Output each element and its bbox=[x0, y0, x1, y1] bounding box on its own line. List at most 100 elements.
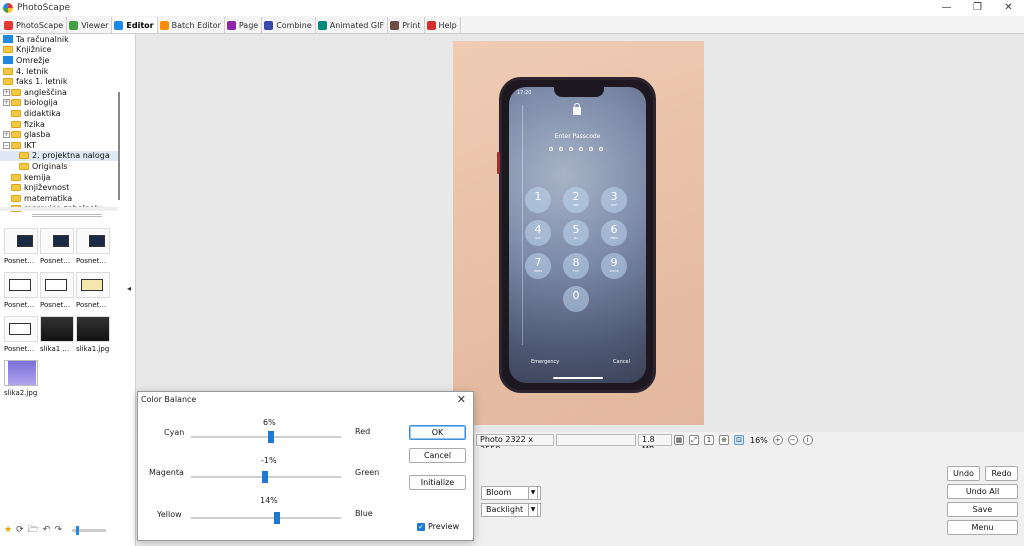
redo-button[interactable]: Redo bbox=[985, 466, 1018, 481]
undo-all-button[interactable]: Undo All bbox=[947, 484, 1018, 499]
thumbnail-caption: Posnet... bbox=[40, 257, 71, 265]
tree-item[interactable]: faks 1. letnik bbox=[0, 76, 118, 87]
checkbox-checked-icon[interactable]: ✓ bbox=[417, 522, 425, 531]
thumbnail-item[interactable]: Posnet... bbox=[76, 228, 112, 272]
tab-label: Print bbox=[402, 20, 421, 30]
fit-screen-icon[interactable]: ⤢ bbox=[689, 435, 699, 445]
zoom-window-icon[interactable]: ⊡ bbox=[734, 435, 744, 445]
tab-editor[interactable]: Editor bbox=[112, 17, 158, 33]
collapse-panel-icon[interactable]: ◂ bbox=[127, 284, 131, 293]
tab-page[interactable]: Page bbox=[225, 17, 263, 33]
tab-label: Page bbox=[238, 20, 259, 30]
tab-combine[interactable]: Combine bbox=[262, 17, 316, 33]
dialog-close-icon[interactable]: ✕ bbox=[457, 393, 466, 406]
keypad-digit: 5 bbox=[572, 223, 580, 236]
tab-animated-gif[interactable]: Animated GIF bbox=[316, 17, 389, 33]
thumbnail-item[interactable]: slika2.jpg bbox=[4, 360, 40, 404]
tab-page-icon bbox=[226, 20, 236, 30]
cyan-red-thumb[interactable] bbox=[267, 431, 274, 443]
expand-icon[interactable]: + bbox=[3, 99, 10, 107]
photo-info: Photo 2322 x 3558 bbox=[476, 434, 554, 454]
tree-horizontal-scrollbar[interactable] bbox=[0, 207, 118, 211]
preview-checkbox[interactable]: ✓ Preview bbox=[417, 522, 459, 531]
tab-batch-editor[interactable]: Batch Editor bbox=[158, 17, 225, 33]
thumbnail-item[interactable]: Posnet... bbox=[76, 272, 112, 316]
enter-passcode-text: Enter Passcode bbox=[554, 133, 601, 140]
expand-icon[interactable]: + bbox=[3, 131, 10, 139]
expand-icon[interactable]: + bbox=[3, 88, 10, 96]
save-button[interactable]: Save bbox=[947, 502, 1018, 517]
tree-item[interactable]: književnost bbox=[0, 182, 118, 193]
tab-viewer[interactable]: Viewer bbox=[67, 17, 113, 33]
cancel-button[interactable]: Cancel bbox=[409, 448, 466, 463]
phone-screen: 17:20 Enter Passcode Emergency Cancel 1 2… bbox=[509, 87, 646, 383]
tree-item[interactable]: 2. projektna naloga bbox=[0, 150, 118, 162]
red-label: Red bbox=[355, 427, 371, 436]
keypad-letters: GHI bbox=[535, 236, 541, 240]
thumbnail-item[interactable]: Posnet... bbox=[40, 272, 76, 316]
tree-item[interactable]: Originals bbox=[0, 161, 118, 172]
tree-scrollbar[interactable] bbox=[118, 92, 120, 200]
cyan-red-slider[interactable] bbox=[191, 431, 341, 443]
tree-item[interactable]: kemija bbox=[0, 172, 118, 183]
thumbnail-caption: Posnet... bbox=[4, 301, 35, 309]
minimize-button[interactable]: — bbox=[931, 0, 962, 16]
tree-item[interactable]: Ta računalnik bbox=[0, 34, 118, 45]
forward-icon[interactable]: ↷ bbox=[54, 525, 62, 535]
tree-item-label: biologija bbox=[24, 98, 58, 108]
thumbnail-item[interactable]: Posnet... bbox=[4, 316, 40, 360]
thumbnail-size-slider[interactable] bbox=[71, 525, 106, 535]
chevron-down-icon[interactable]: ▼ bbox=[528, 503, 538, 517]
zoom-in-icon[interactable]: + bbox=[772, 435, 783, 445]
chevron-down-icon[interactable]: ▼ bbox=[528, 486, 538, 500]
tree-item[interactable]: − IKT bbox=[0, 140, 118, 151]
magenta-green-thumb[interactable] bbox=[262, 471, 269, 483]
tree-item[interactable]: fizika bbox=[0, 119, 118, 130]
thumbnail-item[interactable]: slika1.jpg bbox=[76, 316, 112, 360]
thumbnail-item[interactable]: Posnet... bbox=[4, 272, 40, 316]
tree-item[interactable]: + biologija bbox=[0, 98, 118, 109]
initialize-button[interactable]: Initialize bbox=[409, 475, 466, 490]
collapse-icon[interactable]: − bbox=[3, 141, 10, 149]
status-bar: Photo 2322 x 3558 1.8 MB ▦ ⤢ 1 ⊕ ⊡ 16% +… bbox=[476, 433, 818, 454]
tree-item[interactable]: + angleščina bbox=[0, 87, 118, 98]
tab-help[interactable]: Help bbox=[425, 17, 461, 33]
tab-editor-icon bbox=[114, 20, 124, 30]
maximize-button[interactable]: ❐ bbox=[962, 0, 993, 16]
open-folder-icon[interactable]: 🗁 bbox=[28, 522, 39, 538]
thumbnail-item[interactable]: Posnet... bbox=[4, 228, 40, 272]
title-bar: PhotoScape — ❐ ✕ bbox=[0, 0, 1024, 16]
back-icon[interactable]: ↶ bbox=[43, 525, 51, 535]
tree-item[interactable]: matematika bbox=[0, 193, 118, 204]
photo-canvas[interactable]: 17:20 Enter Passcode Emergency Cancel 1 2… bbox=[136, 34, 1024, 432]
tree-item[interactable]: 4. letnik bbox=[0, 66, 118, 77]
tree-item[interactable]: didaktika bbox=[0, 108, 118, 119]
favorite-icon[interactable]: ★ bbox=[4, 525, 12, 535]
menu-button[interactable]: Menu bbox=[947, 520, 1018, 535]
undo-button[interactable]: Undo bbox=[947, 466, 980, 481]
transparency-icon[interactable]: ▦ bbox=[674, 435, 684, 445]
info-icon[interactable]: i bbox=[802, 435, 813, 445]
thumbnail-caption: Posnet... bbox=[40, 301, 71, 309]
zoom-out-icon[interactable]: − bbox=[787, 435, 798, 445]
zoom-actual-icon[interactable]: 1 bbox=[704, 435, 714, 445]
tree-item[interactable]: + glasba bbox=[0, 129, 118, 140]
yellow-blue-slider[interactable] bbox=[191, 512, 341, 524]
tree-item[interactable]: Knjižnice bbox=[0, 45, 118, 56]
ok-button[interactable]: OK bbox=[409, 425, 466, 440]
panel-splitter[interactable] bbox=[32, 214, 102, 217]
yellow-blue-thumb[interactable] bbox=[273, 512, 280, 524]
thumbnail-item[interactable]: Posnet... bbox=[40, 228, 76, 272]
thumbnail-item[interactable]: slika1 ... bbox=[40, 316, 76, 360]
tab-photoscape[interactable]: PhotoScape bbox=[2, 17, 68, 33]
zoom-fit-icon[interactable]: ⊕ bbox=[719, 435, 729, 445]
close-button[interactable]: ✕ bbox=[993, 0, 1024, 16]
thumbnail-image bbox=[76, 228, 110, 254]
tab-print[interactable]: Print bbox=[388, 17, 425, 33]
magenta-green-slider[interactable] bbox=[191, 471, 341, 483]
refresh-icon[interactable]: ⟳ bbox=[16, 525, 24, 535]
keypad-digit: 7 bbox=[534, 256, 542, 269]
folder-icon bbox=[11, 109, 21, 117]
tree-item[interactable]: Omrežje bbox=[0, 55, 118, 66]
phone-image: 17:20 Enter Passcode Emergency Cancel 1 2… bbox=[497, 77, 656, 393]
